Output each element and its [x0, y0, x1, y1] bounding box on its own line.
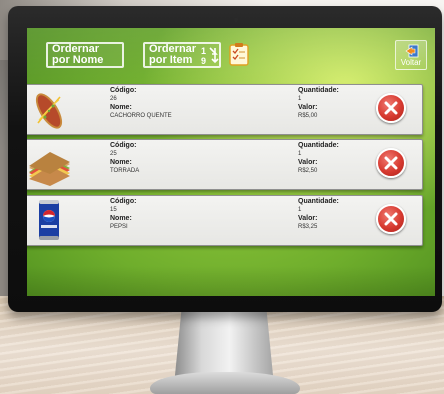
screen-vignette: [27, 266, 435, 296]
code-value: 26: [110, 96, 117, 102]
sort-by-name-button[interactable]: Ordernar por Nome: [46, 42, 124, 68]
svg-text:1: 1: [201, 46, 206, 56]
quantity-label: Quantidade:: [298, 198, 339, 205]
value-label: Valor:: [298, 104, 318, 111]
quantity-value: 1: [298, 207, 302, 213]
code-value: 25: [110, 151, 117, 157]
monitor-stand-base: [150, 372, 300, 394]
list-item[interactable]: Código: 15 Nome: PEPSI Quantidade: 1 Val…: [27, 195, 423, 246]
close-icon: [384, 212, 398, 226]
app-screen: Ordernar por Nome Ordernar por Item 1 9: [27, 28, 435, 296]
soda-can-icon: [39, 200, 59, 240]
name-label: Nome:: [110, 104, 132, 111]
toast-sandwich-icon: [29, 152, 70, 186]
quantity-value: 1: [298, 151, 302, 157]
list-item[interactable]: Código: 25 Nome: TORRADA Quantidade: 1 V…: [27, 139, 423, 190]
list-item[interactable]: Código: 26 Nome: CACHORRO QUENTE Quantid…: [27, 84, 423, 135]
delete-item-button[interactable]: [376, 204, 406, 234]
monitor-stand-neck: [174, 310, 274, 378]
name-label: Nome:: [110, 215, 132, 222]
webcam: [234, 18, 238, 22]
sort-by-item-button[interactable]: Ordernar por Item 1 9: [143, 42, 221, 68]
delete-item-button[interactable]: [376, 93, 406, 123]
order-list-clipboard-button[interactable]: [229, 42, 249, 66]
quantity-label: Quantidade:: [298, 142, 339, 149]
value-amount: R$3,25: [298, 224, 318, 230]
code-label: Código:: [110, 198, 137, 205]
name-value: TORRADA: [110, 168, 140, 174]
back-button-label: Voltar: [400, 58, 422, 67]
quantity-value: 1: [298, 96, 302, 102]
delete-item-button[interactable]: [376, 148, 406, 178]
svg-text:9: 9: [201, 56, 206, 65]
back-button[interactable]: Voltar: [395, 40, 427, 70]
value-label: Valor:: [298, 159, 318, 166]
name-value: CACHORRO QUENTE: [110, 113, 172, 119]
sort-by-name-line2: por Nome: [52, 54, 104, 66]
value-label: Valor:: [298, 215, 318, 222]
quantity-label: Quantidade:: [298, 87, 339, 94]
code-value: 15: [110, 207, 117, 213]
close-icon: [384, 156, 398, 170]
monitor: Ordernar por Nome Ordernar por Item 1 9: [8, 6, 442, 312]
value-amount: R$5,00: [298, 113, 318, 119]
numeric-sort-icon: 1 9: [200, 45, 219, 65]
name-value: PEPSI: [110, 224, 128, 230]
hot-dog-icon: [35, 93, 63, 129]
code-label: Código:: [110, 142, 137, 149]
close-icon: [384, 101, 398, 115]
clipboard-icon: [229, 43, 249, 66]
code-label: Código:: [110, 87, 137, 94]
name-label: Nome:: [110, 159, 132, 166]
value-amount: R$2,50: [298, 168, 318, 174]
sort-by-item-line2: por Item: [149, 54, 193, 66]
back-arrow-icon: [405, 44, 419, 58]
